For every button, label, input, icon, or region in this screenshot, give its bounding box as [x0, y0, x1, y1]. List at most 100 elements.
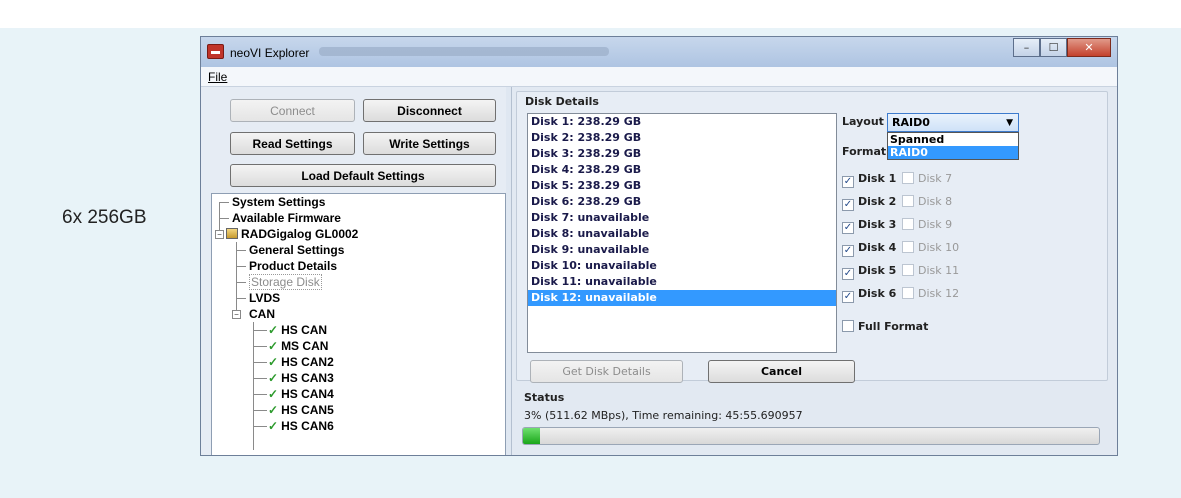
disk-list-item[interactable]: Disk 3: 238.29 GB: [528, 146, 836, 162]
disk-checkbox-label: Disk 2: [858, 195, 897, 208]
disk-checkbox-label: Disk 3: [858, 218, 897, 231]
disk-checkbox[interactable]: Disk 10: [902, 240, 959, 256]
disk-list-item[interactable]: Disk 4: 238.29 GB: [528, 162, 836, 178]
cancel-button[interactable]: Cancel: [708, 360, 855, 383]
disk-checkbox[interactable]: Disk 11: [902, 263, 959, 279]
slide-header-band: [0, 0, 1181, 28]
progress-bar: [522, 427, 1100, 445]
tree-item-can-channel[interactable]: ✓ HS CAN3: [268, 370, 334, 386]
tree-item-device-label: RADGigalog GL0002: [241, 227, 359, 241]
disk-checkbox[interactable]: Disk 7: [902, 171, 952, 187]
title-bar[interactable]: neoVI Explorer – ☐ ✕: [201, 37, 1117, 67]
disk-details-heading: Disk Details: [525, 95, 599, 108]
layout-option-raid0[interactable]: RAID0: [888, 146, 1018, 159]
check-icon: ✓: [268, 403, 279, 417]
checkmark-icon: ✓: [842, 245, 854, 257]
tree-item-can-channel[interactable]: ✓ HS CAN5: [268, 402, 334, 418]
check-icon: ✓: [268, 387, 279, 401]
tree-item-device[interactable]: RADGigalog GL0002: [226, 226, 358, 242]
app-icon: [207, 44, 224, 59]
tree-item-available-firmware[interactable]: Available Firmware: [232, 210, 341, 226]
layout-select-value: RAID0: [892, 116, 930, 129]
tree-item-storage-disk[interactable]: Storage Disk: [249, 274, 322, 290]
disk-list[interactable]: Disk 1: 238.29 GB Disk 2: 238.29 GB Disk 3…: [527, 113, 837, 353]
checkmark-icon: ✓: [842, 199, 854, 211]
tree-item-can-channel[interactable]: ✓ HS CAN2: [268, 354, 334, 370]
disconnect-button[interactable]: Disconnect: [363, 99, 496, 122]
tree-item-can-channel[interactable]: ✓ HS CAN4: [268, 386, 334, 402]
check-icon: ✓: [268, 355, 279, 369]
collapse-icon[interactable]: −: [215, 230, 224, 239]
tree-item-system-settings[interactable]: System Settings: [232, 194, 325, 210]
disk-list-item[interactable]: Disk 6: 238.29 GB: [528, 194, 836, 210]
disk-list-item[interactable]: Disk 2: 238.29 GB: [528, 130, 836, 146]
disk-details-group: Disk Details Disk 1: 238.29 GB Disk 2: 23…: [516, 91, 1108, 383]
can-channel-label: HS CAN6: [281, 419, 334, 433]
disk-checkbox-label: Disk 5: [858, 264, 897, 277]
disk-checkbox[interactable]: Disk 9: [902, 217, 952, 233]
left-pane: Connect Disconnect Read Settings Write S…: [201, 87, 506, 455]
disk-list-item[interactable]: Disk 1: 238.29 GB: [528, 114, 836, 130]
layout-label: Layout: [842, 115, 884, 128]
disk-list-item[interactable]: Disk 8: unavailable: [528, 226, 836, 242]
can-channel-label: HS CAN2: [281, 355, 334, 369]
disk-list-item[interactable]: Disk 7: unavailable: [528, 210, 836, 226]
tree-item-can-channel[interactable]: ✓ MS CAN: [268, 338, 328, 354]
progress-bar-fill: [523, 428, 541, 444]
app-window: neoVI Explorer – ☐ ✕ File Connect Discon…: [200, 36, 1118, 456]
disk-list-item[interactable]: Disk 11: unavailable: [528, 274, 836, 290]
checkbox-box: [902, 172, 914, 184]
read-settings-button[interactable]: Read Settings: [230, 132, 355, 155]
status-heading: Status: [524, 391, 565, 404]
connect-button[interactable]: Connect: [230, 99, 355, 122]
close-icon[interactable]: ✕: [1067, 38, 1111, 57]
tree-item-can-channel[interactable]: ✓ HS CAN: [268, 322, 327, 338]
disk-list-item[interactable]: Disk 12: unavailable: [528, 290, 836, 306]
disk-checkbox[interactable]: ✓ Disk 2: [842, 194, 897, 211]
disk-checkbox[interactable]: ✓ Disk 6: [842, 286, 896, 303]
disk-list-item[interactable]: Disk 10: unavailable: [528, 258, 836, 274]
checkmark-icon: ✓: [842, 222, 854, 234]
tree-item-general-settings[interactable]: General Settings: [249, 242, 344, 258]
checkbox-box: [902, 218, 914, 230]
can-channel-label: HS CAN: [281, 323, 328, 337]
disk-list-item[interactable]: Disk 5: 238.29 GB: [528, 178, 836, 194]
disk-checkbox-label: Disk 12: [918, 287, 960, 300]
device-icon: [226, 228, 238, 239]
tree-item-lvds[interactable]: LVDS: [249, 290, 280, 306]
disk-checkbox[interactable]: ✓ Disk 4: [842, 240, 897, 257]
checkbox-box: [902, 287, 914, 299]
collapse-icon[interactable]: −: [232, 310, 241, 319]
menu-file[interactable]: File: [208, 70, 227, 84]
tree-item-product-details[interactable]: Product Details: [249, 258, 337, 274]
write-settings-button[interactable]: Write Settings: [363, 132, 496, 155]
disk-checkbox[interactable]: ✓ Disk 3: [842, 217, 897, 234]
load-default-settings-button[interactable]: Load Default Settings: [230, 164, 496, 187]
disk-checkbox-label: Disk 4: [858, 241, 897, 254]
checkbox-box: [902, 195, 914, 207]
disk-checkbox[interactable]: Disk 12: [902, 286, 959, 302]
slide-caption: 6x 256GB: [62, 207, 147, 228]
check-icon: ✓: [268, 323, 279, 337]
disk-checkbox[interactable]: ✓ Disk 1: [842, 171, 896, 188]
disk-checkbox[interactable]: ✓ Disk 5: [842, 263, 897, 280]
maximize-icon[interactable]: ☐: [1040, 38, 1067, 57]
disk-checkbox-label: Disk 11: [918, 264, 960, 277]
disk-list-item[interactable]: Disk 9: unavailable: [528, 242, 836, 258]
get-disk-details-button[interactable]: Get Disk Details: [530, 360, 683, 383]
can-channel-label: MS CAN: [281, 339, 329, 353]
full-format-label: Full Format: [858, 320, 929, 333]
disk-checkbox-label: Disk 9: [918, 218, 953, 231]
layout-select[interactable]: RAID0 ▼: [887, 113, 1019, 132]
tree-item-can[interactable]: CAN: [249, 306, 275, 322]
tree-item-can-channel[interactable]: ✓ HS CAN6: [268, 418, 334, 434]
layout-option-spanned[interactable]: Spanned: [888, 133, 1018, 146]
can-channel-label: HS CAN4: [281, 387, 334, 401]
can-channel-label: HS CAN3: [281, 371, 334, 385]
minimize-icon[interactable]: –: [1013, 38, 1040, 57]
disk-checkbox[interactable]: Disk 8: [902, 194, 952, 210]
status-text: 3% (511.62 MBps), Time remaining: 45:55.…: [524, 409, 803, 422]
checkbox-box: [902, 264, 914, 276]
full-format-checkbox[interactable]: Full Format: [842, 319, 928, 335]
disk-checkbox-label: Disk 10: [918, 241, 960, 254]
